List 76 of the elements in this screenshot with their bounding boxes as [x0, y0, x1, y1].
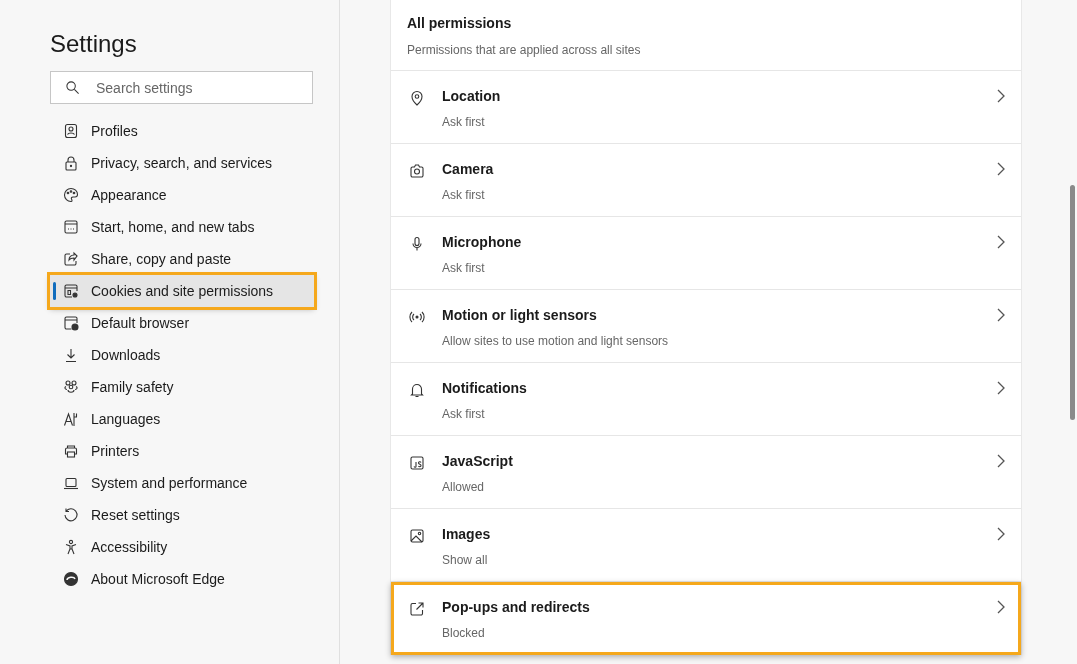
permission-row[interactable]: Pop-ups and redirects Blocked — [391, 582, 1021, 655]
settings-title: Settings — [50, 30, 138, 58]
permission-status: Ask first — [442, 407, 486, 421]
person-icon — [63, 539, 79, 555]
selection-indicator — [53, 282, 56, 300]
permission-status: Ask first — [442, 261, 486, 275]
sidebar-item[interactable]: Downloads — [50, 339, 314, 371]
location-pin-icon — [409, 90, 425, 106]
chevron-right-icon — [997, 600, 1005, 614]
chevron-right-icon — [997, 235, 1005, 249]
chevron-right-icon — [997, 162, 1005, 176]
section-description: Permissions that are applied across all sites — [407, 43, 642, 57]
permission-status: Ask first — [442, 188, 486, 202]
sidebar-item[interactable]: Reset settings — [50, 499, 314, 531]
scrollbar-thumb[interactable] — [1070, 185, 1075, 420]
window-icon — [63, 219, 79, 235]
permission-status: Show all — [442, 553, 489, 567]
chevron-right-icon — [997, 308, 1005, 322]
sidebar-item[interactable]: Start, home, and new tabs — [50, 211, 314, 243]
sidebar-item[interactable]: System and performance — [50, 467, 314, 499]
chevron-right-icon — [997, 381, 1005, 395]
download-icon — [63, 347, 79, 363]
chevron-right-icon — [997, 89, 1005, 103]
profile-icon — [63, 123, 79, 139]
laptop-icon — [63, 475, 79, 491]
share-icon — [63, 251, 79, 267]
permission-row[interactable]: Location Ask first — [391, 71, 1021, 144]
permission-status: Ask first — [442, 115, 486, 129]
sidebar-item[interactable]: Family safety — [50, 371, 314, 403]
permission-status: Blocked — [442, 626, 486, 640]
search-field[interactable]: Search settings — [50, 71, 313, 104]
chevron-right-icon — [997, 454, 1005, 468]
sidebar-item[interactable]: Accessibility — [50, 531, 314, 563]
permission-name: Notifications — [442, 380, 528, 396]
sidebar-item[interactable]: Privacy, search, and services — [50, 147, 314, 179]
permission-name: Camera — [442, 161, 495, 177]
sidebar-item[interactable]: Languages — [50, 403, 314, 435]
permission-row[interactable]: Microphone Ask first — [391, 217, 1021, 290]
search-icon — [65, 80, 80, 95]
swirl-logo-icon — [63, 571, 79, 587]
camera-icon — [409, 163, 425, 179]
sidebar-item[interactable]: Printers — [50, 435, 314, 467]
permission-row[interactable]: Images Show all — [391, 509, 1021, 582]
language-icon — [63, 411, 79, 427]
permission-name: Pop-ups and redirects — [442, 599, 591, 615]
permission-status: Allow sites to use motion and light sensors — [442, 334, 670, 348]
permission-row[interactable]: Motion or light sensors Allow sites to use motion and light sensors — [391, 290, 1021, 363]
permission-row[interactable]: JavaScript Allowed — [391, 436, 1021, 509]
permission-status: Allowed — [442, 480, 486, 494]
bell-icon — [409, 382, 425, 398]
js-box-icon — [409, 455, 425, 471]
sidebar-item[interactable]: About Microsoft Edge — [50, 563, 314, 595]
external-window-icon — [409, 601, 425, 617]
chevron-right-icon — [997, 527, 1005, 541]
permission-row[interactable]: Notifications Ask first — [391, 363, 1021, 436]
printer-icon — [63, 443, 79, 459]
permission-name: Images — [442, 526, 492, 542]
palette-icon — [63, 187, 79, 203]
section-title: All permissions — [407, 15, 513, 31]
reset-icon — [63, 507, 79, 523]
permission-name: Microphone — [442, 234, 523, 250]
window-check-icon — [63, 315, 79, 331]
lock-icon — [63, 155, 79, 171]
permission-name: Motion or light sensors — [442, 307, 598, 323]
sidebar-item[interactable]: Default browser — [50, 307, 314, 339]
sidebar-item[interactable]: Cookies and site permissions — [50, 275, 314, 307]
image-icon — [409, 528, 425, 544]
permission-name: Location — [442, 88, 502, 104]
permission-row[interactable]: Camera Ask first — [391, 144, 1021, 217]
family-icon — [63, 379, 79, 395]
sidebar-item[interactable]: Appearance — [50, 179, 314, 211]
sidebar-item[interactable]: Profiles — [50, 115, 314, 147]
sidebar-item[interactable]: Share, copy and paste — [50, 243, 314, 275]
permission-name: JavaScript — [442, 453, 514, 469]
window-gear-icon — [63, 283, 79, 299]
signal-waves-icon — [409, 309, 425, 325]
